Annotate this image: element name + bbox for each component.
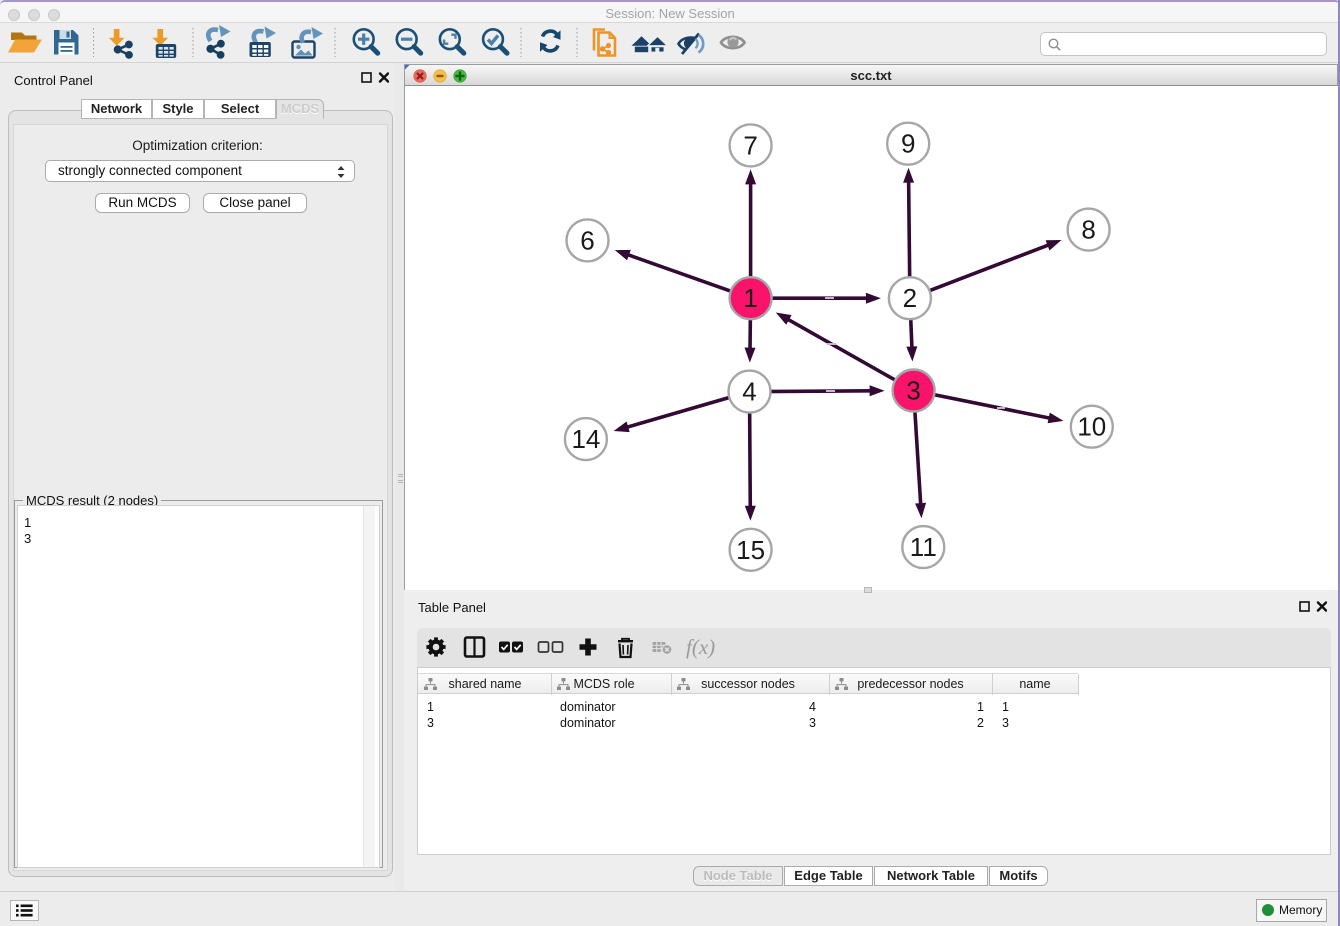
svg-text:7: 7 — [743, 130, 757, 160]
svg-text:2: 2 — [903, 283, 917, 313]
svg-text:9: 9 — [901, 129, 915, 159]
svg-text:14: 14 — [571, 424, 600, 454]
svg-text:8: 8 — [1081, 215, 1095, 245]
svg-text:10: 10 — [1077, 412, 1106, 442]
svg-text:15: 15 — [736, 535, 765, 565]
svg-text:f(x): f(x) — [686, 635, 715, 659]
svg-text:4: 4 — [742, 377, 756, 407]
svg-text:3: 3 — [906, 376, 920, 406]
svg-text:1: 1 — [743, 283, 757, 313]
svg-text:11: 11 — [910, 532, 937, 562]
svg-text:6: 6 — [580, 225, 594, 255]
